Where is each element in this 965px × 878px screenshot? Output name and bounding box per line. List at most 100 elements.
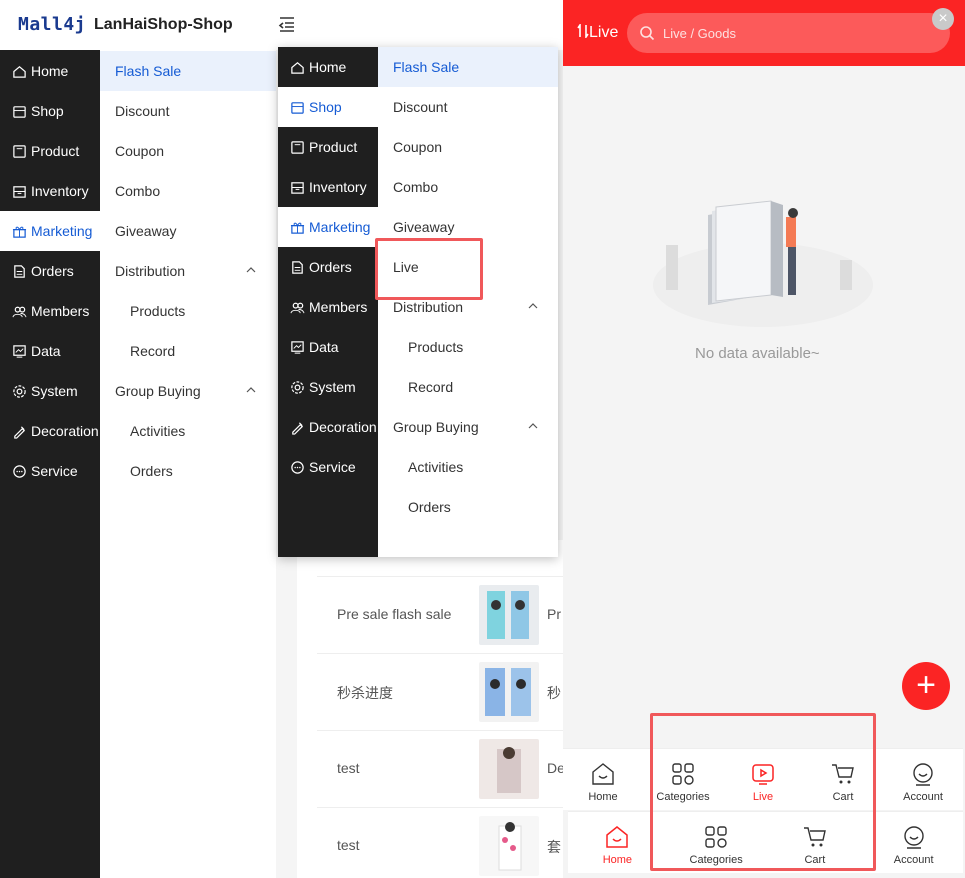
- add-button[interactable]: +: [902, 662, 950, 710]
- members-icon: [12, 306, 27, 317]
- popup-nav-decoration[interactable]: Decoration: [278, 407, 378, 447]
- subnav-combo[interactable]: Combo: [100, 171, 276, 211]
- live-title: Live: [577, 22, 618, 42]
- popup-nav-system[interactable]: System: [278, 367, 378, 407]
- shop-icon: [291, 101, 304, 114]
- tab-account[interactable]: Account: [883, 749, 963, 810]
- nav-label: Home: [309, 59, 347, 75]
- popup-nav-home[interactable]: Home: [278, 47, 378, 87]
- row-name: test: [337, 760, 360, 776]
- nav-label: Product: [31, 143, 80, 159]
- chevron-up-icon: [528, 423, 538, 429]
- product-thumbnail: [479, 662, 539, 722]
- nav-item-product[interactable]: Product: [0, 131, 100, 171]
- popup-subnav-record[interactable]: Record: [378, 367, 558, 407]
- tab-label: Home: [588, 791, 618, 803]
- subnav-group-buying[interactable]: Group Buying: [100, 371, 276, 411]
- product-icon: [13, 144, 26, 158]
- nav-label: System: [31, 383, 78, 399]
- chevron-up-icon: [246, 387, 256, 393]
- marketing-subnav: Flash Sale Discount Coupon Combo Giveawa…: [100, 50, 276, 878]
- live-search-input[interactable]: Live / Goods: [627, 13, 950, 53]
- popup-nav-members[interactable]: Members: [278, 287, 378, 327]
- home-icon: [13, 65, 26, 78]
- nav-label: Members: [309, 299, 368, 315]
- popup-subnav-discount[interactable]: Discount: [378, 87, 558, 127]
- search-placeholder: Live / Goods: [663, 25, 736, 41]
- data-icon: [13, 344, 26, 358]
- nav-item-members[interactable]: Members: [0, 291, 100, 331]
- popup-nav-inventory[interactable]: Inventory: [278, 167, 378, 207]
- nav-item-shop[interactable]: Shop: [0, 91, 100, 131]
- popup-subnav-products[interactable]: Products: [378, 327, 558, 367]
- tab-label: Account: [903, 791, 943, 803]
- popup-nav-marketing[interactable]: Marketing: [278, 207, 378, 247]
- settings-icon: [291, 380, 304, 394]
- tab-home[interactable]: Home: [563, 749, 643, 810]
- row-name: test: [337, 837, 360, 853]
- subnav-discount[interactable]: Discount: [100, 91, 276, 131]
- popup-subnav-orders[interactable]: Orders: [378, 487, 558, 527]
- popup-nav-service[interactable]: Service: [278, 447, 378, 487]
- subnav-giveaway[interactable]: Giveaway: [100, 211, 276, 251]
- popup-subnav-group-buying[interactable]: Group Buying: [378, 407, 558, 447]
- popup-nav-data[interactable]: Data: [278, 327, 378, 367]
- subnav-products[interactable]: Products: [100, 291, 276, 331]
- subnav-distribution[interactable]: Distribution: [100, 251, 276, 291]
- product-thumbnail: [479, 739, 539, 799]
- popup-subnav-activities[interactable]: Activities: [378, 447, 558, 487]
- row-trail: Pr: [547, 606, 561, 622]
- subnav-orders[interactable]: Orders: [100, 451, 276, 491]
- live-highlight-box: [375, 238, 483, 300]
- subnav-flash-sale[interactable]: Flash Sale: [100, 51, 276, 91]
- nav-label: Decoration: [31, 423, 99, 439]
- popup-nav-product[interactable]: Product: [278, 127, 378, 167]
- popup-nav-shop[interactable]: Shop: [278, 87, 378, 127]
- account-icon: [903, 826, 924, 849]
- tab-label: Account: [893, 854, 934, 866]
- subnav-activities[interactable]: Activities: [100, 411, 276, 451]
- nav-item-data[interactable]: Data: [0, 331, 100, 371]
- popup-subnav-flash-sale[interactable]: Flash Sale: [378, 47, 558, 87]
- nav-item-orders[interactable]: Orders: [0, 251, 100, 291]
- orders-icon: [14, 264, 25, 278]
- home-icon: [606, 826, 629, 848]
- row-name: 秒杀进度: [337, 685, 393, 701]
- decoration-icon: [292, 421, 304, 435]
- sort-icon: [577, 22, 589, 40]
- empty-state-illustration: [653, 200, 873, 327]
- subnav-label: Distribution: [393, 299, 464, 315]
- inventory-icon: [13, 185, 26, 198]
- collapse-menu-icon[interactable]: [278, 14, 296, 34]
- tab-account[interactable]: Account: [864, 812, 963, 873]
- subnav-coupon[interactable]: Coupon: [100, 131, 276, 171]
- tabbar-highlight-box: [650, 713, 876, 871]
- decoration-icon: [14, 425, 26, 439]
- popup-subnav-combo[interactable]: Combo: [378, 167, 558, 207]
- nav-label: Marketing: [309, 219, 371, 235]
- product-icon: [291, 140, 304, 154]
- nav-item-system[interactable]: System: [0, 371, 100, 411]
- nav-label: Product: [309, 139, 358, 155]
- close-icon[interactable]: ×: [932, 8, 954, 30]
- row-trail: De: [547, 760, 563, 776]
- subnav-record[interactable]: Record: [100, 331, 276, 371]
- nav-item-home[interactable]: Home: [0, 51, 100, 91]
- nav-label: Data: [309, 339, 339, 355]
- nav-item-service[interactable]: Service: [0, 451, 100, 491]
- nav-item-decoration[interactable]: Decoration: [0, 411, 100, 451]
- popup-subnav-coupon[interactable]: Coupon: [378, 127, 558, 167]
- nav-label: Inventory: [309, 179, 367, 195]
- inventory-icon: [291, 181, 304, 194]
- service-icon: [13, 464, 26, 478]
- nav-label: Data: [31, 343, 61, 359]
- subnav-label: Group Buying: [393, 419, 479, 435]
- gift-icon: [12, 226, 27, 238]
- home-icon: [592, 763, 614, 785]
- popup-nav-orders[interactable]: Orders: [278, 247, 378, 287]
- members-icon: [290, 302, 305, 313]
- nav-item-marketing[interactable]: Marketing: [0, 211, 100, 251]
- subnav-label: Group Buying: [115, 383, 201, 399]
- nav-item-inventory[interactable]: Inventory: [0, 171, 100, 211]
- gift-icon: [290, 222, 305, 234]
